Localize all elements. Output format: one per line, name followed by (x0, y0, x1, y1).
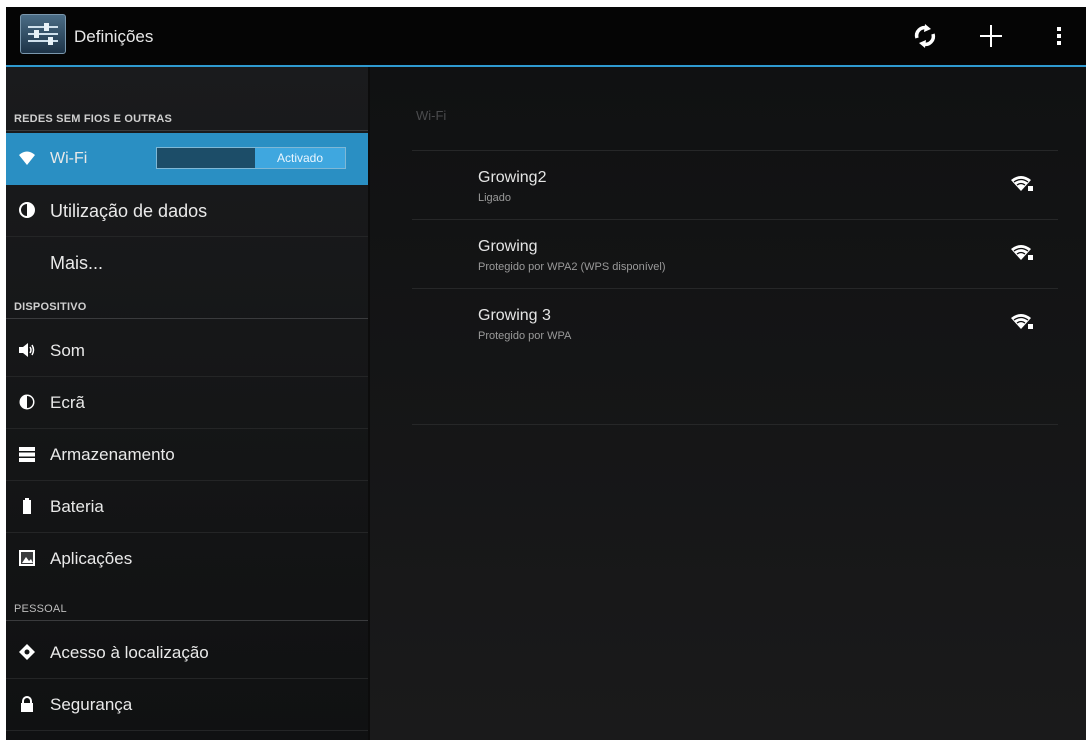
sidebar-item-data-usage[interactable]: Utilização de dados (6, 185, 368, 237)
network-ssid: Growing2 (478, 169, 547, 186)
wifi-toggle-label: Activado (255, 148, 345, 168)
action-bar: Definições (6, 7, 1086, 67)
sidebar-item-label: Ecrã (50, 393, 85, 412)
network-ssid: Growing 3 (478, 307, 551, 324)
sidebar-item-sound[interactable]: Som (6, 325, 368, 377)
sidebar-item-label: Som (50, 341, 85, 360)
sidebar-item-label: Mais... (50, 253, 104, 273)
sidebar-item-label: Segurança (50, 695, 133, 714)
sidebar-item-label: Bateria (50, 497, 104, 516)
sidebar-item-storage[interactable]: Armazenamento (6, 429, 368, 481)
location-icon (19, 644, 35, 660)
sidebar-item-location[interactable]: Acesso à localização (6, 627, 368, 679)
add-network-button[interactable] (968, 15, 1014, 57)
settings-app-icon[interactable] (20, 14, 66, 54)
list-divider (412, 424, 1058, 425)
sidebar-item-label: Aplicações (50, 549, 133, 568)
sidebar-item-security[interactable]: Segurança (6, 679, 368, 731)
network-status: Protegido por WPA (478, 330, 572, 342)
sliders-icon (28, 23, 58, 45)
wifi-detail-pane: Wi-Fi Growing2 Ligado Growing Protegido … (370, 67, 1086, 740)
sidebar-item-label: Utilização de dados (50, 201, 208, 221)
wifi-signal-locked-icon (1011, 245, 1033, 260)
sidebar-item-label: Armazenamento (50, 445, 175, 464)
wps-refresh-icon (914, 24, 936, 48)
category-header-personal: PESSOAL (6, 597, 368, 621)
category-label: PESSOAL (14, 603, 67, 615)
storage-icon (19, 447, 35, 462)
wifi-toggle-switch[interactable]: Activado (156, 147, 346, 169)
overflow-menu-button[interactable] (1036, 15, 1082, 57)
category-header-wireless: REDES SEM FIOS E OUTRAS (6, 107, 368, 131)
lock-icon (21, 696, 33, 712)
sidebar-item-label: Wi-Fi (50, 150, 88, 167)
settings-screen: Definições REDES SEM FIOS E OUTRAS Wi-Fi… (6, 7, 1086, 740)
apps-icon (19, 550, 35, 566)
sidebar-item-more[interactable]: Mais... (6, 237, 368, 289)
category-label: DISPOSITIVO (14, 301, 87, 313)
sidebar-item-wifi[interactable]: Wi-Fi Activado (6, 133, 368, 185)
wifi-network-row[interactable]: Growing2 Ligado (412, 150, 1058, 220)
add-icon (980, 25, 1002, 47)
data-usage-icon (19, 202, 35, 218)
sidebar-item-display[interactable]: Ecrã (6, 377, 368, 429)
wifi-signal-locked-icon (1011, 314, 1033, 329)
network-status: Ligado (478, 192, 512, 204)
wifi-network-row[interactable]: Growing Protegido por WPA2 (WPS disponív… (412, 219, 1058, 289)
category-header-device: DISPOSITIVO (6, 295, 368, 319)
wps-refresh-button[interactable] (902, 15, 948, 57)
wifi-network-row[interactable]: Growing 3 Protegido por WPA (412, 288, 1058, 358)
sidebar-item-label: Acesso à localização (50, 643, 209, 662)
sidebar-item-battery[interactable]: Bateria (6, 481, 368, 533)
settings-sidebar: REDES SEM FIOS E OUTRAS Wi-Fi Activado U… (6, 67, 368, 740)
battery-icon (23, 498, 31, 514)
overflow-menu-icon (1057, 27, 1061, 45)
display-icon (19, 394, 35, 410)
category-label: REDES SEM FIOS E OUTRAS (14, 113, 173, 125)
sidebar-item-apps[interactable]: Aplicações (6, 533, 368, 585)
network-ssid: Growing (478, 238, 538, 255)
detail-title: Wi-Fi (416, 108, 447, 123)
wifi-signal-locked-icon (1011, 176, 1033, 191)
wifi-icon (19, 151, 35, 165)
volume-icon (19, 343, 35, 357)
network-status: Protegido por WPA2 (WPS disponível) (478, 261, 666, 273)
app-title: Definições (74, 27, 154, 46)
